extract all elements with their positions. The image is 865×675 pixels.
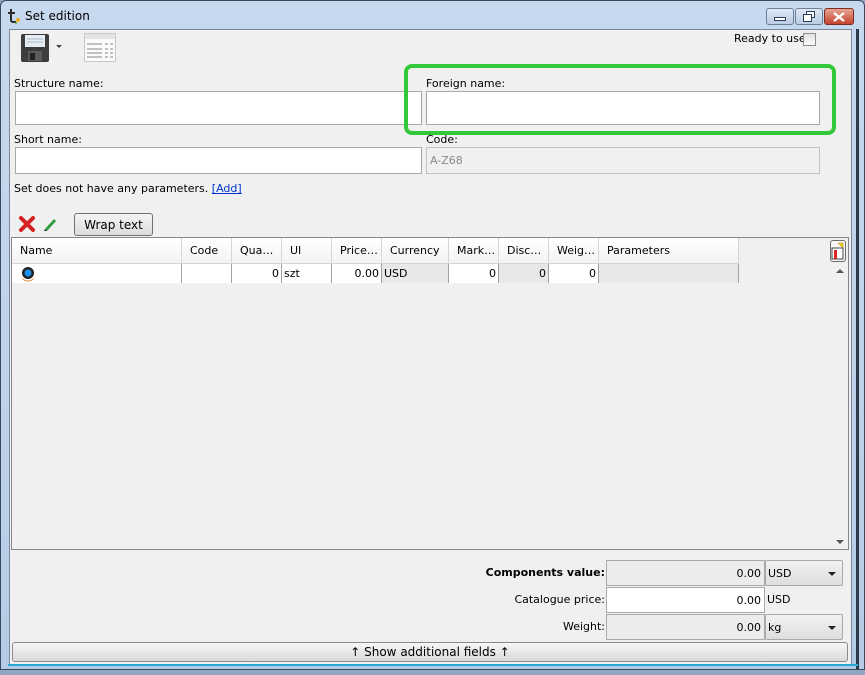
column-header-weight[interactable]: Weig… [549, 238, 599, 263]
save-dropdown-button[interactable] [56, 45, 62, 48]
cell-code[interactable] [182, 264, 232, 283]
structure-name-input[interactable] [15, 91, 422, 125]
components-currency-select[interactable]: USD [765, 560, 843, 586]
ready-to-use-label: Ready to use [734, 32, 806, 45]
catalogue-price-input[interactable]: 0.00 [606, 587, 765, 613]
scroll-down-arrow-icon[interactable] [836, 540, 844, 544]
code-input: A-Z68 [426, 147, 820, 174]
ready-to-use-checkbox[interactable] [803, 33, 816, 46]
table-row[interactable]: 0 szt 0.00 USD 0 0 0 [12, 263, 739, 283]
weight-field: 0.00 [606, 614, 765, 640]
cell-discount[interactable]: 0 [499, 264, 549, 283]
column-header-currency[interactable]: Currency [382, 238, 449, 263]
wrap-text-button[interactable]: Wrap text [74, 213, 153, 236]
close-icon [833, 11, 845, 22]
cell-ui[interactable]: szt [282, 264, 332, 283]
cell-parameters[interactable] [599, 264, 739, 283]
cell-weight[interactable]: 0 [549, 264, 599, 283]
column-header-code[interactable]: Code [182, 238, 232, 263]
table-view-button[interactable] [84, 33, 116, 65]
show-additional-fields-button[interactable]: ↑ Show additional fields ↑ [12, 642, 848, 662]
catalogue-price-label: Catalogue price: [514, 593, 605, 606]
structure-name-label: Structure name: [14, 77, 104, 90]
foreign-name-input[interactable] [426, 91, 820, 125]
cell-name[interactable] [12, 264, 182, 283]
table-list-icon [84, 33, 116, 62]
column-header-name[interactable]: Name [12, 238, 182, 263]
weight-label: Weight: [562, 620, 605, 633]
cell-markup[interactable]: 0 [449, 264, 499, 283]
window-border [856, 29, 859, 669]
short-name-input[interactable] [15, 147, 422, 174]
components-value-label: Components value: [485, 566, 605, 579]
cell-quantity[interactable]: 0 [232, 264, 282, 283]
column-header-price[interactable]: Price… [332, 238, 382, 263]
components-grid: Name Code Qua… UI Price… Currency Mark… … [11, 237, 849, 550]
close-button[interactable] [824, 8, 854, 25]
bottom-border [8, 664, 858, 666]
weight-unit-select[interactable]: kg [765, 614, 843, 640]
red-x-delete-icon [19, 216, 35, 232]
grid-header: Name Code Qua… UI Price… Currency Mark… … [12, 238, 739, 263]
column-header-ui[interactable]: UI [282, 238, 332, 263]
cell-currency[interactable]: USD [382, 264, 449, 283]
catalogue-price-currency: USD [767, 593, 791, 606]
component-gear-icon [22, 266, 34, 281]
floppy-disk-icon [21, 34, 49, 62]
short-name-label: Short name: [14, 133, 82, 146]
window-title: Set edition [25, 9, 90, 23]
dropdown-arrow-icon [56, 45, 62, 48]
column-header-quantity[interactable]: Qua… [232, 238, 282, 263]
restore-button[interactable] [795, 8, 823, 25]
column-chooser-icon [831, 242, 844, 260]
add-parameter-link[interactable]: [Add] [212, 182, 242, 195]
minimize-button[interactable] [766, 8, 794, 25]
minimize-icon [774, 17, 786, 21]
delete-row-button[interactable] [19, 216, 35, 235]
components-value-field: 0.00 [606, 560, 765, 586]
chevron-down-icon [828, 626, 836, 630]
parameters-info: Set does not have any parameters. [Add] [14, 182, 242, 195]
chevron-down-icon [828, 572, 836, 576]
column-chooser-button[interactable] [830, 240, 846, 262]
column-header-markup[interactable]: Mark… [449, 238, 499, 263]
title-bar[interactable]: Set edition [1, 1, 864, 29]
grid-scrollbar[interactable] [830, 238, 848, 549]
code-label: Code: [426, 133, 458, 146]
foreign-name-label: Foreign name: [426, 77, 506, 90]
parameters-text: Set does not have any parameters. [14, 182, 209, 195]
app-logo-icon [8, 9, 20, 24]
green-pencil-icon [44, 219, 56, 231]
restore-icon [803, 11, 815, 22]
column-header-parameters[interactable]: Parameters [599, 238, 739, 263]
save-button[interactable] [20, 33, 50, 66]
column-header-discount[interactable]: Disc… [499, 238, 549, 263]
scroll-up-arrow-icon[interactable] [836, 269, 844, 273]
cell-price[interactable]: 0.00 [332, 264, 382, 283]
edit-row-button[interactable] [42, 216, 58, 235]
